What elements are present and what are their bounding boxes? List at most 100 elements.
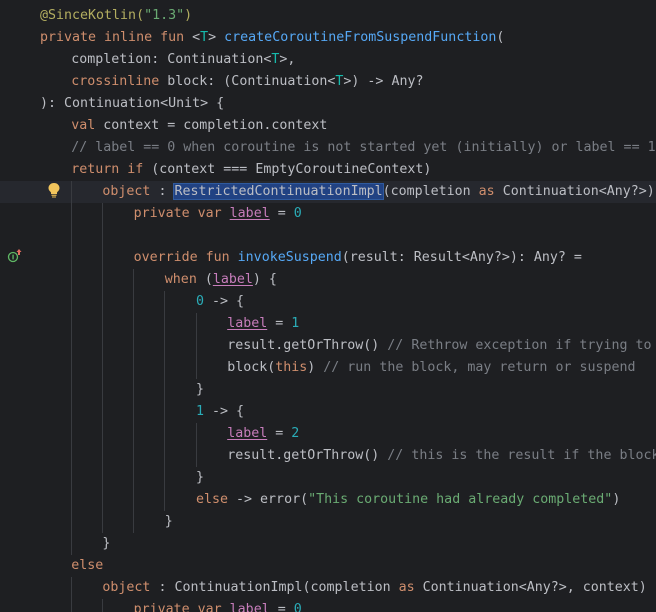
indent-guide: [70, 357, 72, 379]
code-line[interactable]: }: [40, 379, 656, 401]
code-token: }: [102, 536, 111, 551]
code-line[interactable]: label = 2: [40, 423, 656, 445]
code-token: when: [164, 272, 205, 287]
code-token: override fun: [133, 250, 238, 265]
indent-guide: [70, 577, 72, 599]
code-token: private var: [133, 206, 230, 221]
code-line[interactable]: block(this) // run the block, may return…: [40, 357, 656, 379]
code-line[interactable]: else -> error("This coroutine had alread…: [40, 489, 656, 511]
code-editor[interactable]: @SinceKotlin("1.3") private inline fun <T…: [0, 0, 656, 612]
indent-guide: [70, 203, 72, 225]
code-line[interactable]: 0 -> {: [40, 291, 656, 313]
code-token: // Rethrow exception if trying to sta: [387, 338, 656, 353]
indent-guide: [164, 379, 166, 401]
code-line[interactable]: object : ContinuationImpl(completion as …: [40, 577, 656, 599]
code-token: -> {: [204, 294, 245, 309]
code-token: block: (Continuation<: [167, 74, 336, 89]
code-token: }: [196, 470, 205, 485]
code-line[interactable]: completion: Continuation<T>,: [40, 49, 656, 71]
indent-guide: [70, 533, 72, 555]
code-line[interactable]: else: [40, 555, 656, 577]
indent-guide: [101, 423, 103, 445]
code-line[interactable]: // label == 0 when coroutine is not star…: [40, 137, 656, 159]
indent-guide: [164, 489, 166, 511]
indent-guide: [70, 445, 72, 467]
lightbulb-icon[interactable]: [47, 182, 61, 202]
code-line[interactable]: private inline fun <T> createCoroutineFr…: [40, 27, 656, 49]
code-token: label: [229, 206, 270, 221]
code-token: else: [196, 492, 237, 507]
code-token: Continuation<Any?>, context) {: [422, 580, 656, 595]
indent-guide: [164, 313, 166, 335]
indent-guide: [101, 511, 103, 533]
code-token: 0: [293, 206, 302, 221]
code-line[interactable]: result.getOrThrow() // this is the resul…: [40, 445, 656, 467]
indent-guide: [195, 423, 197, 445]
indent-guide: [101, 357, 103, 379]
code-line[interactable]: result.getOrThrow() // Rethrow exception…: [40, 335, 656, 357]
code-line[interactable]: 1 -> {: [40, 401, 656, 423]
code-token: result.getOrThrow(): [227, 338, 388, 353]
indent-guide: [133, 423, 135, 445]
code-token: context = completion.: [103, 118, 272, 133]
code-token: ): Continuation<Unit> {: [40, 96, 225, 111]
indent-guide: [164, 357, 166, 379]
indent-guide: [133, 269, 135, 291]
code-token: as: [478, 184, 503, 199]
code-token: }: [164, 514, 173, 529]
code-line[interactable]: private var label = 0: [40, 599, 656, 612]
indent-guide: [101, 203, 103, 225]
indent-guide: [164, 423, 166, 445]
code-token: result.getOrThrow(): [227, 448, 388, 463]
code-area[interactable]: @SinceKotlin("1.3") private inline fun <T…: [0, 5, 656, 612]
code-token: block(: [227, 360, 276, 375]
indent-guide: [164, 335, 166, 357]
code-token: RestrictedContinuationImpl: [173, 183, 384, 200]
code-line[interactable]: private var label = 0: [40, 203, 656, 225]
indent-guide: [164, 401, 166, 423]
override-gutter-icon[interactable]: [7, 248, 23, 268]
code-line[interactable]: label = 1: [40, 313, 656, 335]
indent-guide: [133, 401, 135, 423]
code-token: ): [307, 360, 324, 375]
code-token: ): [612, 492, 621, 507]
indent-guide: [101, 269, 103, 291]
indent-guide: [70, 247, 72, 269]
code-token: =: [269, 206, 294, 221]
code-token: (: [496, 30, 505, 45]
indent-guide: [70, 291, 72, 313]
indent-guide: [133, 511, 135, 533]
code-line[interactable]: override fun invokeSuspend(result: Resul…: [40, 247, 656, 269]
code-token: (: [204, 272, 213, 287]
code-token: 2: [291, 426, 300, 441]
code-line[interactable]: val context = completion.context: [40, 115, 656, 137]
code-token: return if: [71, 162, 152, 177]
code-line[interactable]: when (label) {: [40, 269, 656, 291]
code-line[interactable]: return if (context === EmptyCoroutineCon…: [40, 159, 656, 181]
code-token: label: [229, 602, 270, 612]
code-line[interactable]: object : RestrictedContinuationImpl(comp…: [0, 181, 656, 203]
code-line[interactable]: ): Continuation<Unit> {: [40, 93, 656, 115]
code-token: // label == 0 when coroutine is not star…: [71, 140, 656, 155]
code-token: as: [398, 580, 423, 595]
indent-guide: [164, 291, 166, 313]
code-token: label: [227, 426, 268, 441]
code-token: completion: [71, 52, 152, 67]
code-token: private inline fun: [40, 30, 193, 45]
code-token: object: [102, 580, 159, 595]
code-line[interactable]: @SinceKotlin("1.3"): [40, 5, 656, 27]
code-line[interactable]: }: [40, 511, 656, 533]
code-token: 1: [196, 404, 205, 419]
code-token: >,: [279, 52, 296, 67]
indent-guide: [70, 511, 72, 533]
code-line[interactable]: crossinline block: (Continuation<T>) -> …: [40, 71, 656, 93]
code-line[interactable]: [40, 225, 656, 247]
code-token: private var: [133, 602, 230, 612]
code-line[interactable]: }: [40, 467, 656, 489]
indent-guide: [195, 357, 197, 379]
editor-gutter[interactable]: [0, 0, 36, 612]
indent-guide: [133, 335, 135, 357]
indent-guide: [101, 313, 103, 335]
code-line[interactable]: }: [40, 533, 656, 555]
code-token: 1: [291, 316, 300, 331]
